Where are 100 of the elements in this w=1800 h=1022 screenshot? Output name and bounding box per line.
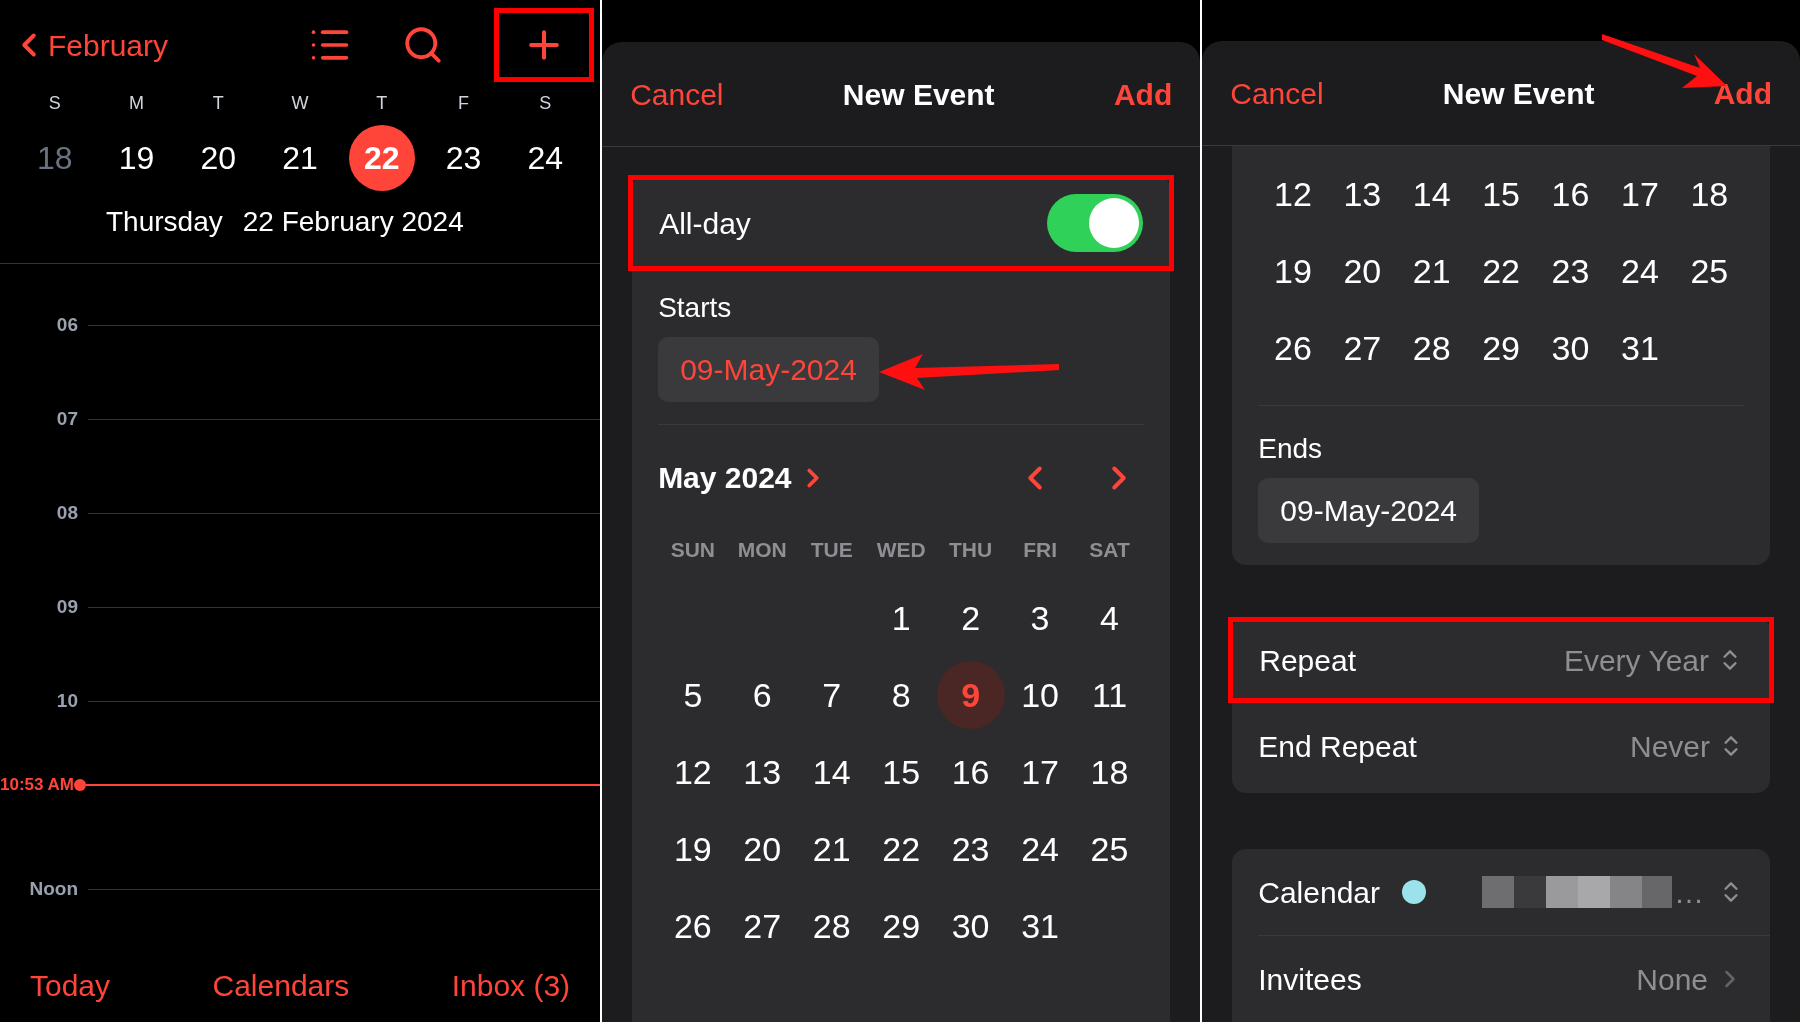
date-button[interactable]: 19 [658, 815, 727, 883]
row-label: Repeat [1259, 642, 1356, 679]
row-label: All-day [659, 205, 751, 242]
weekday-label: MON [736, 537, 788, 563]
date-button[interactable]: 20 [185, 125, 252, 191]
hour-label: 08 [55, 500, 79, 525]
date-button[interactable]: 8 [867, 661, 936, 729]
date-button[interactable]: 25 [1075, 815, 1144, 883]
date-button[interactable]: 29 [1467, 314, 1536, 383]
add-button[interactable] [494, 8, 595, 82]
row-value: … [1674, 874, 1704, 911]
tab-button[interactable]: Calendars [212, 963, 350, 1008]
date-button[interactable]: 27 [1328, 314, 1397, 383]
date-button[interactable]: 3 [1006, 584, 1075, 652]
date-button[interactable]: 28 [1397, 314, 1466, 383]
sheet-title: New Event [1442, 75, 1595, 112]
settings-row[interactable]: Repeat Every Year [1228, 617, 1774, 703]
row-label: Invitees [1258, 961, 1362, 998]
row-label: End Repeat [1258, 728, 1417, 765]
date-button[interactable]: 5 [658, 661, 727, 729]
cancel-button[interactable]: Cancel [1230, 70, 1324, 116]
add-button[interactable]: Add [1713, 70, 1772, 116]
date-button[interactable]: 16 [936, 738, 1005, 806]
settings-row[interactable]: Calendar … [1232, 849, 1770, 935]
date-button[interactable]: 21 [1397, 237, 1466, 306]
date-button[interactable]: 31 [1605, 314, 1674, 383]
date-button[interactable]: 11 [1075, 661, 1144, 729]
sheet-title: New Event [842, 76, 995, 113]
date-button[interactable]: 18 [1675, 160, 1744, 229]
hour-label: 07 [55, 406, 79, 431]
date-button[interactable]: 25 [1675, 237, 1744, 306]
weekday-name: Thursday [106, 205, 223, 239]
date-button[interactable]: 18 [1075, 738, 1144, 806]
row-label: Starts [658, 291, 733, 325]
date-button[interactable]: 15 [1467, 160, 1536, 229]
hour-label: 09 [55, 594, 79, 619]
weekday-label: FRI [1022, 537, 1058, 563]
weekday-letter: M [128, 92, 146, 115]
weekday-label: THU [948, 537, 994, 563]
date-button[interactable]: 15 [867, 738, 936, 806]
back-button[interactable]: February [10, 22, 169, 68]
date-button[interactable]: 21 [797, 815, 866, 883]
date-button[interactable]: 19 [103, 125, 170, 191]
date-button[interactable]: 26 [658, 892, 727, 960]
date-button[interactable]: 24 [1605, 237, 1674, 306]
date-button[interactable]: 14 [797, 738, 866, 806]
date-button[interactable]: 23 [430, 125, 497, 191]
toggle-switch[interactable] [1047, 194, 1144, 252]
date-button[interactable]: 28 [797, 892, 866, 960]
date-button[interactable]: 20 [1328, 237, 1397, 306]
date-button[interactable]: 7 [797, 661, 866, 729]
date-button[interactable]: 1 [867, 584, 936, 652]
date-button[interactable]: 14 [1397, 160, 1466, 229]
hour-label: 10 [55, 688, 79, 713]
cancel-button[interactable]: Cancel [630, 71, 724, 117]
date-button[interactable]: 24 [1006, 815, 1075, 883]
settings-row[interactable]: Invitees None [1232, 936, 1770, 1022]
weekday-label: SAT [1088, 537, 1131, 563]
date-button[interactable]: 10 [1006, 661, 1075, 729]
date-button[interactable]: 23 [936, 815, 1005, 883]
month-button[interactable]: May 2024 [658, 455, 828, 500]
date-button[interactable]: 6 [728, 661, 797, 729]
hour-label: Noon [28, 876, 79, 901]
date-button[interactable]: 22 [1467, 237, 1536, 306]
date-button[interactable]: 27 [728, 892, 797, 960]
date-button[interactable]: 4 [1075, 584, 1144, 652]
date-button[interactable]: 12 [1258, 160, 1327, 229]
date-button[interactable]: 17 [1605, 160, 1674, 229]
date-button[interactable]: 9 [936, 661, 1005, 729]
date-button[interactable]: 30 [1536, 314, 1605, 383]
date-button[interactable]: 2 [936, 584, 1005, 652]
date-button[interactable]: 29 [867, 892, 936, 960]
date-button[interactable]: 30 [936, 892, 1005, 960]
weekday-label: WED [875, 537, 927, 563]
row-label: Calendar [1258, 874, 1380, 911]
date-button[interactable]: 23 [1536, 237, 1605, 306]
date-button[interactable]: 13 [728, 738, 797, 806]
date-button[interactable]: 22 [867, 815, 936, 883]
weekday-letter: T [211, 92, 225, 115]
date-button[interactable]: 17 [1006, 738, 1075, 806]
weekday-letter: F [457, 92, 470, 115]
date-button[interactable]: 21 [267, 125, 334, 191]
date-button[interactable]: 20 [728, 815, 797, 883]
date-pill[interactable]: 09-May-2024 [1258, 478, 1480, 543]
date-button[interactable]: 26 [1258, 314, 1327, 383]
date-button[interactable]: 31 [1006, 892, 1075, 960]
date-button[interactable]: 12 [658, 738, 727, 806]
date-button[interactable]: 13 [1328, 160, 1397, 229]
date-button[interactable]: 24 [512, 125, 579, 191]
date-button[interactable]: 18 [21, 125, 88, 191]
tab-button[interactable]: Today [30, 963, 111, 1008]
row-value: None [1636, 961, 1708, 998]
date-button[interactable]: 19 [1258, 237, 1327, 306]
settings-row[interactable]: End Repeat Never [1232, 703, 1770, 789]
row-value: Never [1630, 728, 1710, 765]
tab-button[interactable]: Inbox (3) [451, 963, 571, 1008]
weekday-label: SUN [669, 537, 716, 563]
row-label: Ends [1258, 432, 1324, 466]
add-button[interactable]: Add [1113, 71, 1173, 117]
date-button[interactable]: 16 [1536, 160, 1605, 229]
